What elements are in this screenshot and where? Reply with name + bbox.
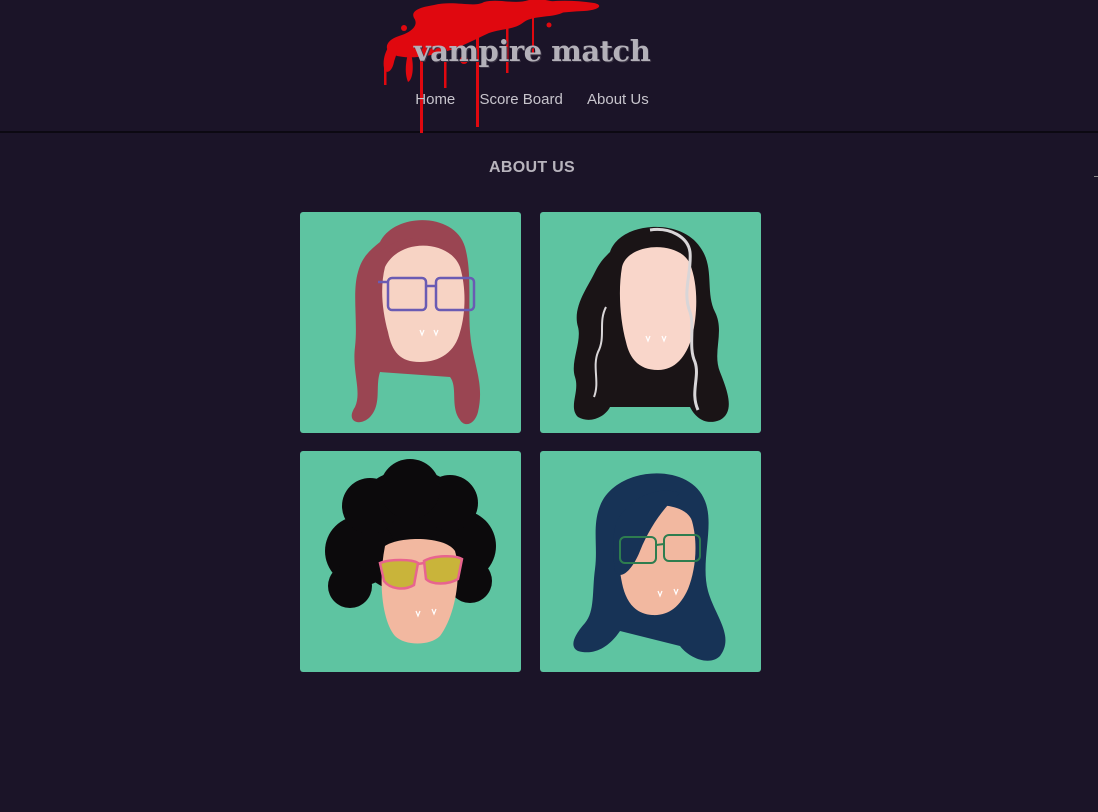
page-title: ABOUT US: [489, 159, 575, 176]
black-wavy-hair-avatar-icon: [573, 226, 729, 422]
site-header: vampire match Home Score Board About Us: [0, 0, 1098, 133]
team-card: [540, 451, 761, 672]
site-title[interactable]: vampire match: [0, 34, 1064, 68]
nav-score-board[interactable]: Score Board: [479, 91, 562, 108]
team-card: [540, 212, 761, 433]
team-card: [300, 451, 521, 672]
main-nav: Home Score Board About Us: [0, 91, 1064, 108]
page: vampire match Home Score Board About Us …: [0, 0, 1098, 812]
navy-hair-glasses-avatar-icon: [573, 473, 726, 661]
nav-home[interactable]: Home: [415, 91, 455, 108]
nav-about-us[interactable]: About Us: [587, 91, 649, 108]
red-hair-glasses-avatar-icon: [351, 220, 481, 425]
scroll-indicator: [1094, 176, 1098, 177]
team-card: [300, 212, 521, 433]
afro-sunglasses-avatar-icon: [325, 459, 496, 644]
